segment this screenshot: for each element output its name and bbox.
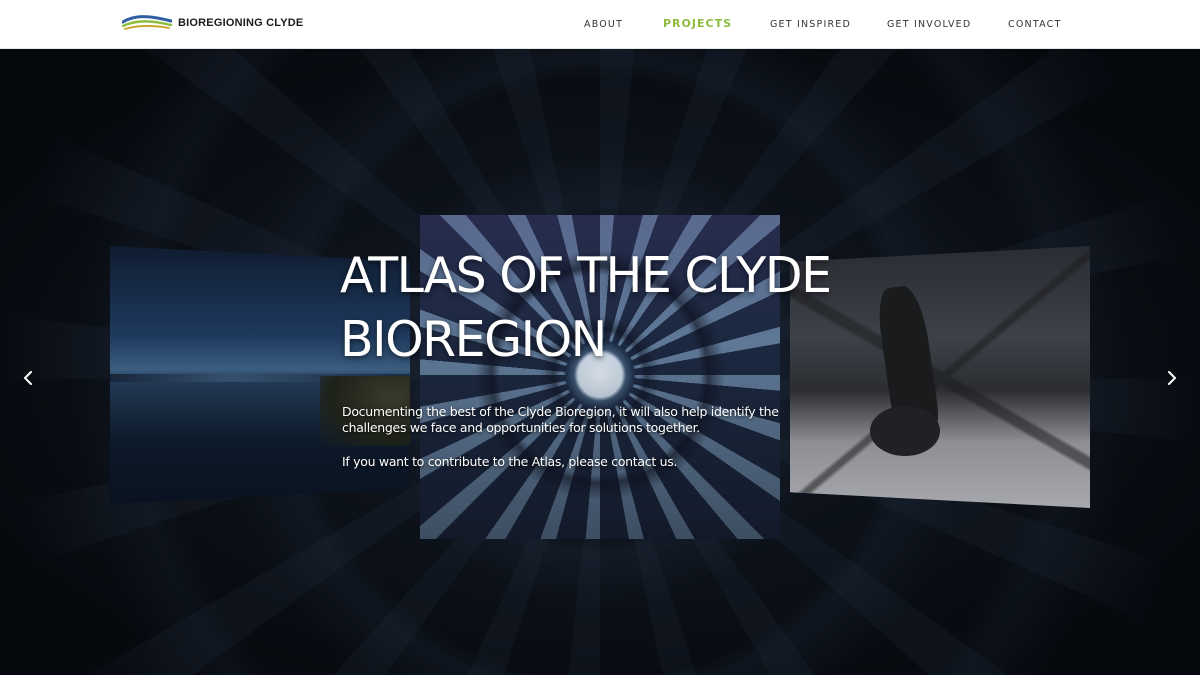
tree-base (870, 406, 940, 456)
carousel-prev-button[interactable] (16, 365, 40, 391)
carousel-next-button[interactable] (1160, 365, 1184, 391)
slide-title-line-2: BIOREGION (340, 311, 607, 368)
brand-name: BIOREGIONING CLYDE (178, 17, 304, 29)
nav-get-inspired[interactable]: GET INSPIRED (770, 19, 851, 30)
site-header: BIOREGIONING CLYDE ABOUT PROJECTS GET IN… (0, 0, 1200, 49)
slide-description: Documenting the best of the Clyde Bioreg… (342, 404, 779, 435)
hero-carousel: ATLAS OF THE CLYDE BIOREGION Documenting… (0, 49, 1200, 675)
wave-logo-icon (122, 15, 172, 30)
nav-about[interactable]: ABOUT (584, 19, 623, 30)
chevron-right-icon (1168, 371, 1176, 385)
nav-get-involved[interactable]: GET INVOLVED (887, 19, 971, 30)
slide-title-line-1: ATLAS OF THE CLYDE (340, 247, 832, 304)
slide-contact-text: If you want to contribute to the Atlas, … (342, 454, 678, 469)
brand-logo-link[interactable]: BIOREGIONING CLYDE (122, 13, 303, 33)
nav-contact[interactable]: CONTACT (1008, 19, 1061, 30)
chevron-left-icon (24, 371, 32, 385)
slide-title: ATLAS OF THE CLYDE BIOREGION (340, 244, 860, 372)
nav-projects[interactable]: PROJECTS (663, 17, 732, 30)
